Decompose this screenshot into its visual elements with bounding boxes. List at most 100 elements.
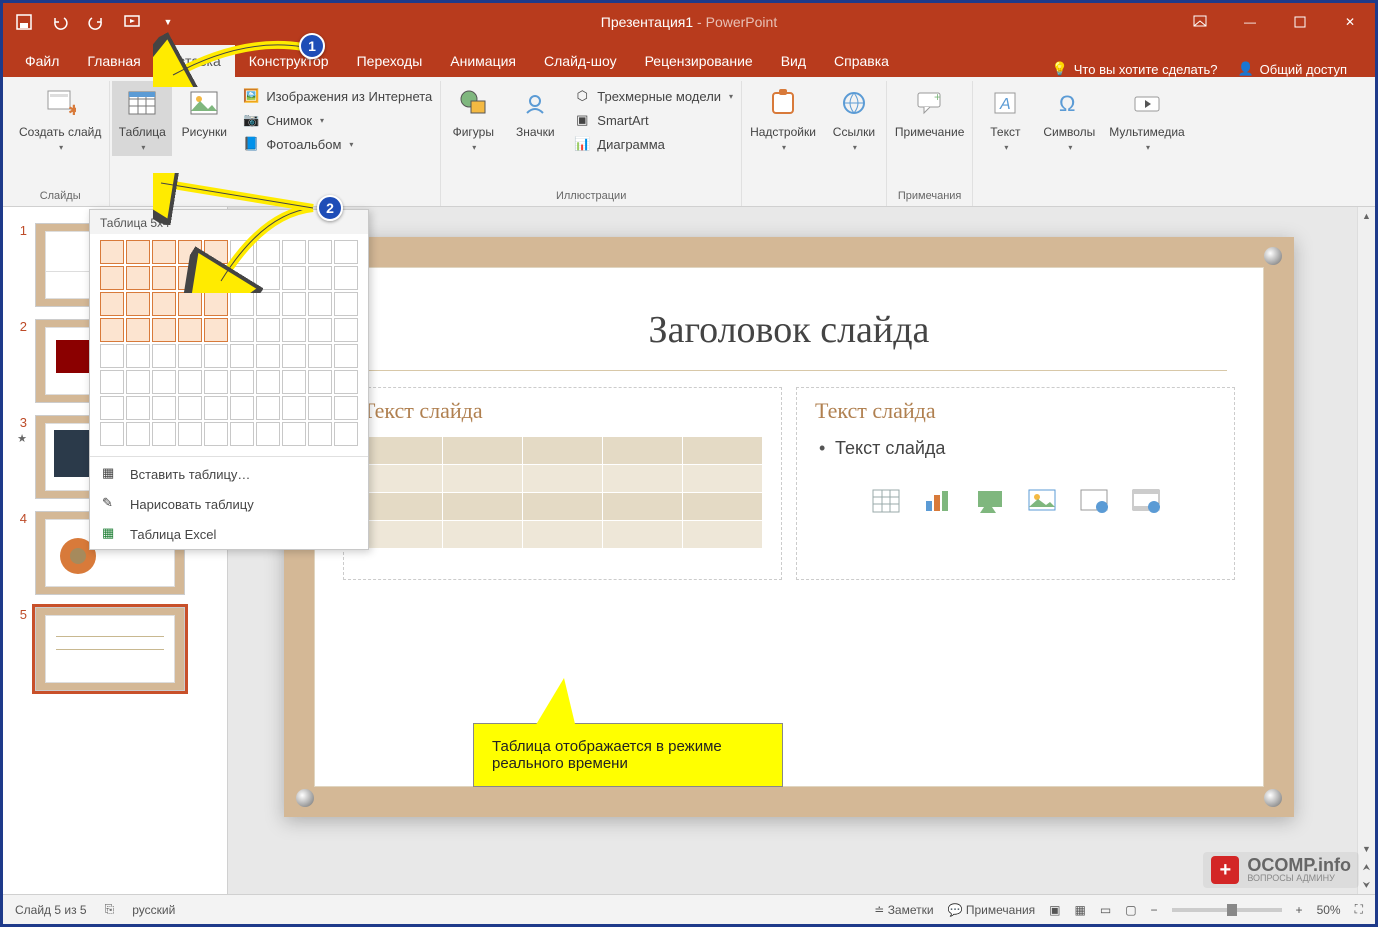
grid-cell[interactable] <box>204 292 228 316</box>
grid-cell[interactable] <box>282 292 306 316</box>
grid-cell[interactable] <box>256 292 280 316</box>
grid-cell[interactable] <box>230 396 254 420</box>
grid-cell[interactable] <box>204 318 228 342</box>
ph-table-icon[interactable] <box>872 489 900 513</box>
grid-cell[interactable] <box>152 370 176 394</box>
grid-cell[interactable] <box>152 344 176 368</box>
smartart-button[interactable]: ▣SmartArt <box>567 109 739 131</box>
grid-cell[interactable] <box>152 396 176 420</box>
grid-cell[interactable] <box>100 292 124 316</box>
grid-cell[interactable] <box>126 396 150 420</box>
insert-table-item[interactable]: ▦Вставить таблицу… <box>90 459 368 489</box>
grid-cell[interactable] <box>334 422 358 446</box>
grid-cell[interactable] <box>230 422 254 446</box>
grid-cell[interactable] <box>334 396 358 420</box>
grid-cell[interactable] <box>100 240 124 264</box>
grid-cell[interactable] <box>100 396 124 420</box>
symbols-button[interactable]: ΩСимволы▾ <box>1037 81 1101 156</box>
zoom-level[interactable]: 50% <box>1317 903 1341 917</box>
ph-smartart-icon[interactable] <box>976 489 1004 513</box>
notes-button[interactable]: ≐ Заметки <box>874 903 933 917</box>
grid-cell[interactable] <box>204 344 228 368</box>
grid-cell[interactable] <box>178 370 202 394</box>
grid-cell[interactable] <box>204 370 228 394</box>
grid-cell[interactable] <box>282 344 306 368</box>
grid-cell[interactable] <box>256 318 280 342</box>
grid-cell[interactable] <box>126 240 150 264</box>
thumbnail-row[interactable]: 5 <box>3 601 227 697</box>
redo-icon[interactable] <box>87 13 105 31</box>
zoom-slider[interactable] <box>1172 908 1282 912</box>
ribbon-options-icon[interactable] <box>1175 3 1225 41</box>
shapes-button[interactable]: Фигуры▾ <box>443 81 503 156</box>
grid-cell[interactable] <box>152 318 176 342</box>
tab-help[interactable]: Справка <box>820 45 903 77</box>
grid-cell[interactable] <box>256 396 280 420</box>
grid-cell[interactable] <box>126 370 150 394</box>
tab-file[interactable]: Файл <box>11 45 73 77</box>
grid-cell[interactable] <box>282 370 306 394</box>
slideshow-view-icon[interactable]: ▢ <box>1125 903 1136 917</box>
photo-album-button[interactable]: 📘Фотоальбом▾ <box>236 133 438 155</box>
content-placeholder-left[interactable]: Текст слайда <box>343 387 782 580</box>
grid-cell[interactable] <box>308 396 332 420</box>
slide-editor[interactable]: Заголовок слайда Текст слайда Текст слай… <box>228 207 1375 894</box>
grid-cell[interactable] <box>334 344 358 368</box>
grid-cell[interactable] <box>282 396 306 420</box>
draw-table-item[interactable]: ✎Нарисовать таблицу <box>90 489 368 519</box>
minimize-icon[interactable]: — <box>1225 3 1275 41</box>
grid-cell[interactable] <box>126 266 150 290</box>
ph-chart-icon[interactable] <box>924 489 952 513</box>
tab-review[interactable]: Рецензирование <box>631 45 767 77</box>
grid-cell[interactable] <box>282 422 306 446</box>
chart-button[interactable]: 📊Диаграмма <box>567 133 739 155</box>
grid-cell[interactable] <box>126 422 150 446</box>
grid-cell[interactable] <box>334 292 358 316</box>
tab-animations[interactable]: Анимация <box>436 45 530 77</box>
grid-cell[interactable] <box>126 318 150 342</box>
grid-cell[interactable] <box>126 292 150 316</box>
zoom-out-icon[interactable]: − <box>1151 903 1158 917</box>
fit-to-window-icon[interactable]: ⛶ <box>1355 902 1363 917</box>
tab-transitions[interactable]: Переходы <box>343 45 437 77</box>
comments-button[interactable]: 💬 Примечания <box>948 903 1036 917</box>
grid-cell[interactable] <box>334 318 358 342</box>
grid-cell[interactable] <box>178 422 202 446</box>
tab-home[interactable]: Главная <box>73 45 154 77</box>
sorter-view-icon[interactable]: ▦ <box>1075 903 1086 917</box>
text-button[interactable]: AТекст▾ <box>975 81 1035 156</box>
save-icon[interactable] <box>15 13 33 31</box>
grid-cell[interactable] <box>256 370 280 394</box>
excel-table-item[interactable]: ▦Таблица Excel <box>90 519 368 549</box>
grid-cell[interactable] <box>308 422 332 446</box>
tab-view[interactable]: Вид <box>767 45 820 77</box>
close-icon[interactable]: ✕ <box>1325 3 1375 41</box>
grid-cell[interactable] <box>308 370 332 394</box>
new-slide-button[interactable]: ✱ Создать слайд▾ <box>13 81 107 156</box>
scroll-down-icon[interactable]: ▼ <box>1358 840 1375 858</box>
spellcheck-icon[interactable]: ⎘ <box>105 902 115 917</box>
grid-cell[interactable] <box>100 370 124 394</box>
grid-cell[interactable] <box>308 292 332 316</box>
grid-cell[interactable] <box>256 344 280 368</box>
tab-slideshow[interactable]: Слайд-шоу <box>530 45 631 77</box>
maximize-icon[interactable] <box>1275 3 1325 41</box>
grid-cell[interactable] <box>100 266 124 290</box>
slideshow-start-icon[interactable] <box>123 13 141 31</box>
ph-picture-icon[interactable] <box>1028 489 1056 513</box>
grid-cell[interactable] <box>230 318 254 342</box>
grid-cell[interactable] <box>334 370 358 394</box>
grid-cell[interactable] <box>100 422 124 446</box>
zoom-in-icon[interactable]: + <box>1296 903 1303 917</box>
3d-models-button[interactable]: ⬡Трехмерные модели▾ <box>567 85 739 107</box>
share-button[interactable]: 👤 Общий доступ <box>1237 61 1347 77</box>
media-button[interactable]: Мультимедиа▾ <box>1103 81 1190 156</box>
grid-cell[interactable] <box>230 344 254 368</box>
addins-button[interactable]: Надстройки▾ <box>744 81 822 156</box>
ph-online-picture-icon[interactable] <box>1080 489 1108 513</box>
icons-button[interactable]: Значки <box>505 81 565 143</box>
undo-icon[interactable] <box>51 13 69 31</box>
reading-view-icon[interactable]: ▭ <box>1100 903 1111 917</box>
ph-video-icon[interactable] <box>1132 489 1160 513</box>
thumbnail-slide[interactable] <box>35 607 185 691</box>
